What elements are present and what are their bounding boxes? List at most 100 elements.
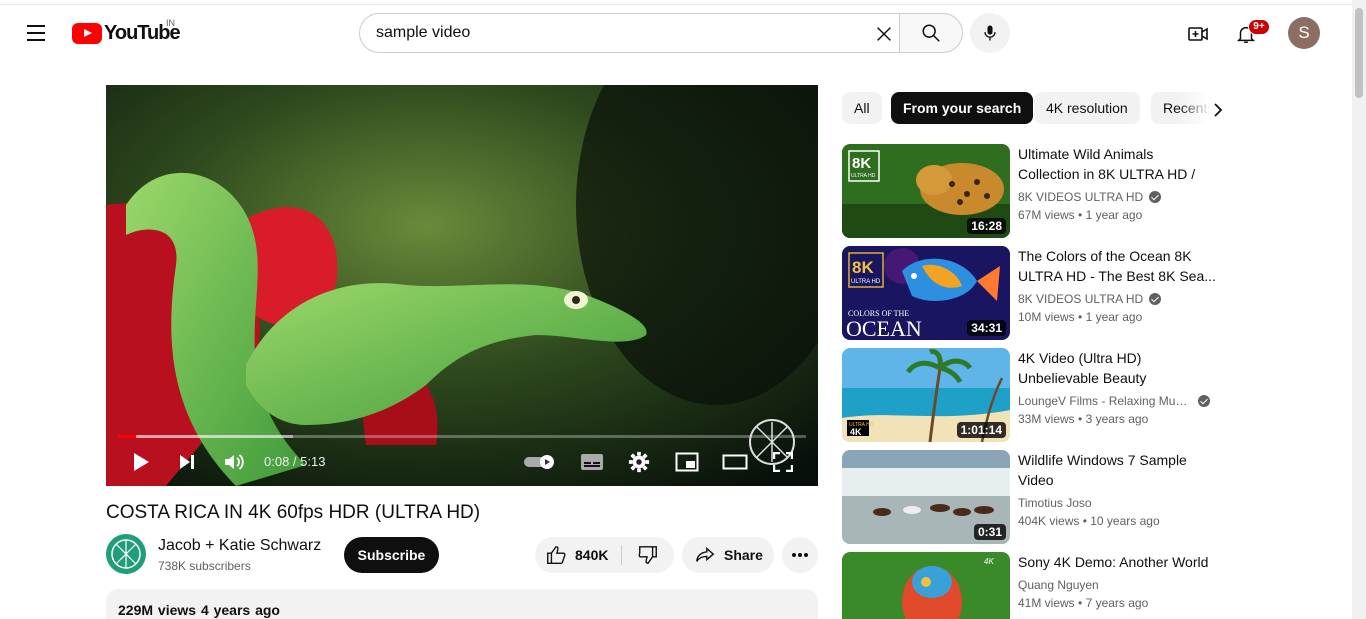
chip-from-your-search[interactable]: From your search	[891, 92, 1034, 124]
video-thumbnail[interactable]: 4K	[842, 552, 1010, 619]
time-display: 0:08 / 5:13	[264, 454, 326, 469]
search-button[interactable]	[899, 13, 963, 53]
share-icon	[696, 547, 715, 562]
autoplay-icon	[524, 455, 554, 469]
play-button[interactable]	[128, 449, 154, 475]
volume-button[interactable]	[220, 449, 248, 475]
recommendation-channel[interactable]: LoungeV Films - Relaxing Musi...	[1018, 394, 1218, 408]
view-count: 33M views	[1018, 412, 1075, 426]
recommendation-title[interactable]: Sony 4K Demo: Another World	[1018, 552, 1218, 572]
channel-label: Timotius Joso	[1018, 496, 1092, 510]
subtitles-icon	[581, 454, 603, 470]
recommendation-item[interactable]: 4K Sony 4K Demo: Another World Quang Ngu…	[842, 552, 1222, 619]
volume-icon	[225, 454, 244, 470]
voice-search-button[interactable]	[970, 13, 1010, 53]
channel-label: LoungeV Films - Relaxing Musi...	[1018, 394, 1192, 408]
upload-age: 10 years ago	[1090, 514, 1160, 528]
video-thumbnail[interactable]: 8K ULTRA HD COLORS OF THE OCEAN 34:31	[842, 246, 1010, 340]
video-duration: 16:28	[967, 218, 1006, 234]
gear-icon	[628, 451, 650, 473]
chip-scroll-next-button[interactable]	[1206, 96, 1230, 124]
microphone-icon	[984, 25, 996, 41]
recommendation-meta: 41M views • 7 years ago	[1018, 596, 1149, 610]
share-button[interactable]: Share	[682, 537, 774, 573]
recommendation-channel[interactable]: Quang Nguyen	[1018, 578, 1218, 592]
chameleon-thumbnail-image: 4K	[842, 552, 1010, 619]
video-duration: 34:31	[967, 320, 1006, 336]
recommendation-item[interactable]: ULTRA HD 4K 1:01:14 4K Video (Ultra HD) …	[842, 348, 1222, 442]
recommendation-title[interactable]: Ultimate Wild Animals Collection in 8K U…	[1018, 144, 1218, 184]
view-count: 67M views	[1018, 208, 1075, 222]
notification-badge: 9+	[1248, 19, 1270, 35]
settings-button[interactable]	[625, 449, 653, 475]
upload-age: 7 years ago	[1085, 596, 1149, 610]
search-input[interactable]	[376, 14, 856, 52]
channel-label: 8K VIDEOS ULTRA HD	[1018, 292, 1144, 306]
subscribe-button[interactable]: Subscribe	[344, 537, 439, 573]
recommendation-channel[interactable]: Timotius Joso	[1018, 496, 1218, 510]
clear-search-icon[interactable]	[873, 23, 895, 45]
more-actions-button[interactable]	[782, 537, 818, 573]
autoplay-toggle[interactable]	[522, 449, 558, 475]
dislike-button[interactable]	[625, 537, 671, 573]
channel-avatar[interactable]	[106, 534, 146, 574]
skip-next-icon	[180, 455, 194, 469]
recommendation-item[interactable]: 8K ULTRA HD COLORS OF THE OCEAN 34:31 Th…	[842, 246, 1222, 340]
badge-ultra-hd: ULTRA HD	[851, 279, 881, 285]
recommendation-title[interactable]: 4K Video (Ultra HD) Unbelievable Beauty	[1018, 348, 1218, 388]
recommendation-channel[interactable]: 8K VIDEOS ULTRA HD	[1018, 190, 1218, 204]
video-player[interactable]: 0:08 / 5:13	[106, 85, 818, 486]
upload-age: 1 year ago	[1085, 310, 1143, 324]
video-frame	[106, 85, 818, 486]
create-video-button[interactable]	[1184, 20, 1212, 48]
page-scrollbar[interactable]	[1352, 0, 1366, 619]
channel-logo-icon	[111, 539, 141, 569]
video-title: COSTA RICA IN 4K 60fps HDR (ULTRA HD)	[106, 502, 481, 523]
verified-icon	[1149, 293, 1162, 305]
description-box[interactable]: 229M views 4 years ago	[106, 589, 818, 619]
fullscreen-button[interactable]	[770, 449, 796, 475]
chip-4k-resolution[interactable]: 4K resolution	[1034, 92, 1140, 124]
channel-name[interactable]: Jacob + Katie Schwarz	[158, 537, 321, 555]
chip-all[interactable]: All	[842, 92, 882, 124]
like-button[interactable]: 840K	[535, 537, 621, 573]
recommendation-item[interactable]: 0:31 Wildlife Windows 7 Sample Video Tim…	[842, 450, 1222, 544]
top-divider	[0, 4, 1352, 5]
badge-8k: 8K	[852, 155, 871, 172]
badge-8k: 8K	[852, 258, 874, 277]
account-avatar[interactable]: S	[1288, 17, 1320, 49]
recommendation-title[interactable]: The Colors of the Ocean 8K ULTRA HD - Th…	[1018, 246, 1218, 286]
progress-bar[interactable]	[118, 435, 806, 438]
progress-played	[118, 435, 136, 438]
recommendation-meta: 67M views • 1 year ago	[1018, 208, 1143, 222]
country-code: IN	[166, 18, 175, 28]
video-thumbnail[interactable]: 8K ULTRA HD 16:28	[842, 144, 1010, 238]
video-thumbnail[interactable]: ULTRA HD 4K 1:01:14	[842, 348, 1010, 442]
recommendation-item[interactable]: 8K ULTRA HD 16:28 Ultimate Wild Animals …	[842, 144, 1222, 238]
like-dislike-group: 840K	[535, 537, 674, 573]
next-button[interactable]	[174, 449, 200, 475]
subtitles-button[interactable]	[578, 449, 606, 475]
chevron-right-icon	[1214, 103, 1223, 117]
scrollbar-thumb[interactable]	[1355, 8, 1363, 98]
badge-4k: 4K	[850, 427, 862, 437]
video-duration: 1:01:14	[956, 422, 1006, 438]
verified-icon	[1198, 395, 1210, 407]
recommendation-meta: 10M views • 1 year ago	[1018, 310, 1143, 324]
thumbs-up-icon	[547, 546, 566, 564]
search-box	[359, 13, 900, 53]
recommendation-meta: 33M views • 3 years ago	[1018, 412, 1149, 426]
recommendation-meta: 404K views • 10 years ago	[1018, 514, 1160, 528]
theater-mode-button[interactable]	[720, 449, 750, 475]
menu-icon[interactable]	[22, 19, 50, 47]
badge-4k: 4K	[984, 557, 994, 566]
upload-age: 1 year ago	[1085, 208, 1143, 222]
theater-mode-icon	[722, 454, 748, 470]
recommendation-title[interactable]: Wildlife Windows 7 Sample Video	[1018, 450, 1218, 490]
youtube-logo[interactable]: YouTube	[72, 20, 181, 46]
recommendation-channel[interactable]: 8K VIDEOS ULTRA HD	[1018, 292, 1218, 306]
share-label: Share	[724, 547, 763, 563]
video-thumbnail[interactable]: 0:31	[842, 450, 1010, 544]
miniplayer-button[interactable]	[673, 449, 701, 475]
fullscreen-icon	[773, 452, 793, 472]
